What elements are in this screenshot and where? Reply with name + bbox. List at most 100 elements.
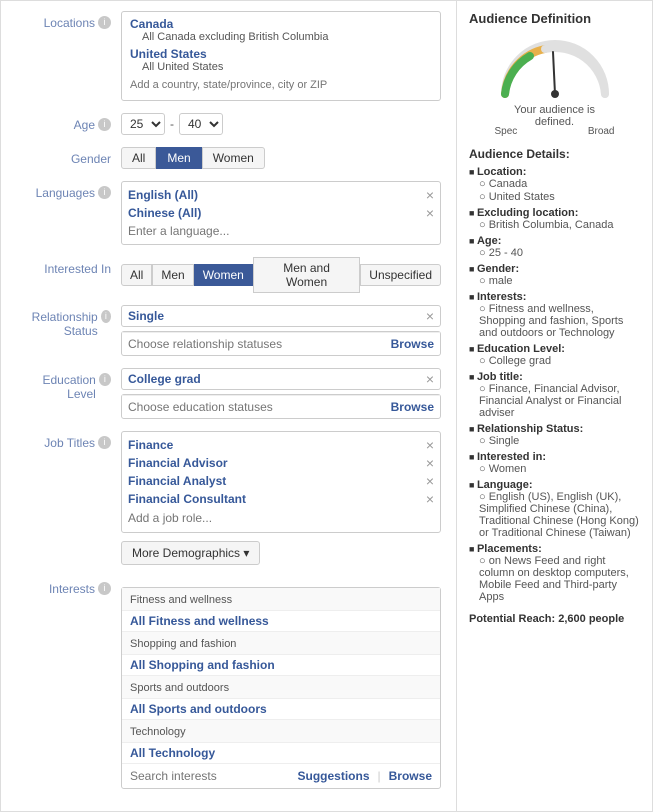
us-location: United States All United States — [130, 47, 432, 73]
education-close[interactable]: × — [426, 372, 434, 386]
education-input[interactable] — [128, 400, 391, 414]
detail-age: Age: 25 - 40 — [469, 235, 640, 259]
language-chinese-close[interactable]: × — [426, 206, 434, 220]
more-demographics-button[interactable]: More Demographics ▾ — [121, 541, 260, 565]
relationship-tag: Single × — [121, 305, 441, 327]
job-tag-consultant: Financial Consultant × — [128, 490, 434, 508]
job-tag-finance: Finance × — [128, 436, 434, 454]
education-browse-link[interactable]: Browse — [391, 400, 434, 414]
gauge-container: Your audience is defined. Spec Broad — [495, 34, 615, 137]
interest-category-sports: Sports and outdoors — [122, 676, 440, 699]
detail-location: Location: Canada United States — [469, 166, 640, 203]
education-content: College grad × Browse — [121, 368, 441, 419]
job-finance-close[interactable]: × — [426, 438, 434, 452]
interested-men-women-button[interactable]: Men and Women — [253, 257, 360, 293]
locations-content: Canada All Canada excluding British Colu… — [121, 11, 441, 101]
detail-job: Job title: Finance, Financial Advisor, F… — [469, 371, 640, 419]
details-list: Location: Canada United States Excluding… — [469, 166, 640, 603]
job-titles-label: Job Titles i — [16, 431, 121, 450]
gender-buttons: All Men Women — [121, 147, 441, 169]
language-input[interactable] — [128, 222, 434, 240]
job-tag-analyst: Financial Analyst × — [128, 472, 434, 490]
gender-all-button[interactable]: All — [121, 147, 156, 169]
interested-unspecified-button[interactable]: Unspecified — [360, 264, 441, 286]
canada-location: Canada All Canada excluding British Colu… — [130, 17, 432, 43]
relationship-info-icon[interactable]: i — [101, 310, 111, 323]
potential-reach: Potential Reach: 2,600 people — [469, 613, 640, 625]
detail-language: Language: English (US), English (UK), Si… — [469, 479, 640, 539]
interest-item-sports: All Sports and outdoors — [122, 699, 440, 720]
relationship-browse-link[interactable]: Browse — [391, 337, 434, 351]
job-input[interactable] — [128, 508, 434, 528]
languages-content: English (All) × Chinese (All) × — [121, 181, 441, 245]
age-to-select[interactable]: 40 — [179, 113, 223, 135]
age-label: Age i — [16, 113, 121, 132]
interests-actions: Suggestions | Browse — [298, 769, 433, 783]
job-titles-info-icon[interactable]: i — [98, 436, 111, 449]
interests-info-icon[interactable]: i — [98, 582, 111, 595]
relationship-label: Relationship Status i — [16, 305, 121, 338]
interested-in-content: All Men Women Men and Women Unspecified — [121, 257, 441, 293]
language-tag-english: English (All) × — [128, 186, 434, 204]
interest-item-tech: All Technology — [122, 743, 440, 764]
interests-browse-link[interactable]: Browse — [389, 769, 432, 783]
interest-category-fitness: Fitness and wellness — [122, 588, 440, 611]
gender-label: Gender — [16, 147, 121, 166]
languages-info-icon[interactable]: i — [98, 186, 111, 199]
education-tag: College grad × — [121, 368, 441, 390]
broad-label: Broad — [588, 126, 615, 137]
education-info-icon[interactable]: i — [99, 373, 111, 386]
age-content: 25 - 40 — [121, 113, 441, 135]
interested-in-label: Interested In — [16, 257, 121, 276]
gender-men-button[interactable]: Men — [156, 147, 201, 169]
locations-label: Locations i — [16, 11, 121, 30]
locations-box: Canada All Canada excluding British Colu… — [121, 11, 441, 101]
detail-interested-in: Interested in: Women — [469, 451, 640, 475]
job-titles-content: Finance × Financial Advisor × Financial … — [121, 431, 441, 565]
detail-education: Education Level: College grad — [469, 343, 640, 367]
interests-section: Fitness and wellness All Fitness and wel… — [121, 587, 441, 789]
interested-women-button[interactable]: Women — [194, 264, 253, 286]
education-label: Education Level i — [16, 368, 121, 401]
language-english-close[interactable]: × — [426, 188, 434, 202]
gender-content: All Men Women — [121, 147, 441, 169]
audience-details: Audience Details: Location: Canada Unite… — [469, 147, 640, 603]
relationship-browse-row: Browse — [122, 332, 440, 355]
interest-category-tech: Technology — [122, 720, 440, 743]
spec-label: Spec — [495, 126, 518, 137]
relationship-close[interactable]: × — [426, 309, 434, 323]
interests-search-input[interactable] — [130, 769, 298, 783]
job-tag-advisor: Financial Advisor × — [128, 454, 434, 472]
location-placeholder[interactable] — [130, 75, 432, 95]
relationship-browse-box: Browse — [121, 331, 441, 356]
age-info-icon[interactable]: i — [98, 118, 111, 131]
job-titles-box: Finance × Financial Advisor × Financial … — [121, 431, 441, 533]
interested-in-buttons: All Men Women Men and Women Unspecified — [121, 257, 441, 293]
languages-box: English (All) × Chinese (All) × — [121, 181, 441, 245]
interests-content: Fitness and wellness All Fitness and wel… — [121, 577, 441, 789]
age-from-select[interactable]: 25 — [121, 113, 165, 135]
interested-men-button[interactable]: Men — [152, 264, 193, 286]
interest-item-fitness: All Fitness and wellness — [122, 611, 440, 632]
language-tag-chinese: Chinese (All) × — [128, 204, 434, 222]
languages-label: Languages i — [16, 181, 121, 200]
job-advisor-close[interactable]: × — [426, 456, 434, 470]
detail-gender: Gender: male — [469, 263, 640, 287]
job-consultant-close[interactable]: × — [426, 492, 434, 506]
audience-definition-title: Audience Definition — [469, 11, 640, 26]
detail-interests: Interests: Fitness and wellness, Shoppin… — [469, 291, 640, 339]
age-row: 25 - 40 — [121, 113, 441, 135]
location-input[interactable] — [130, 79, 432, 91]
interest-item-shopping: All Shopping and fashion — [122, 655, 440, 676]
locations-info-icon[interactable]: i — [98, 16, 111, 29]
gauge-label: Your audience is defined. — [495, 104, 615, 128]
relationship-content: Single × Browse — [121, 305, 441, 356]
gender-women-button[interactable]: Women — [202, 147, 265, 169]
suggestions-link[interactable]: Suggestions — [298, 769, 370, 783]
detail-relationship: Relationship Status: Single — [469, 423, 640, 447]
relationship-input[interactable] — [128, 337, 391, 351]
job-analyst-close[interactable]: × — [426, 474, 434, 488]
interests-label: Interests i — [16, 577, 121, 596]
interested-all-button[interactable]: All — [121, 264, 152, 286]
interests-search-row: Suggestions | Browse — [122, 764, 440, 788]
